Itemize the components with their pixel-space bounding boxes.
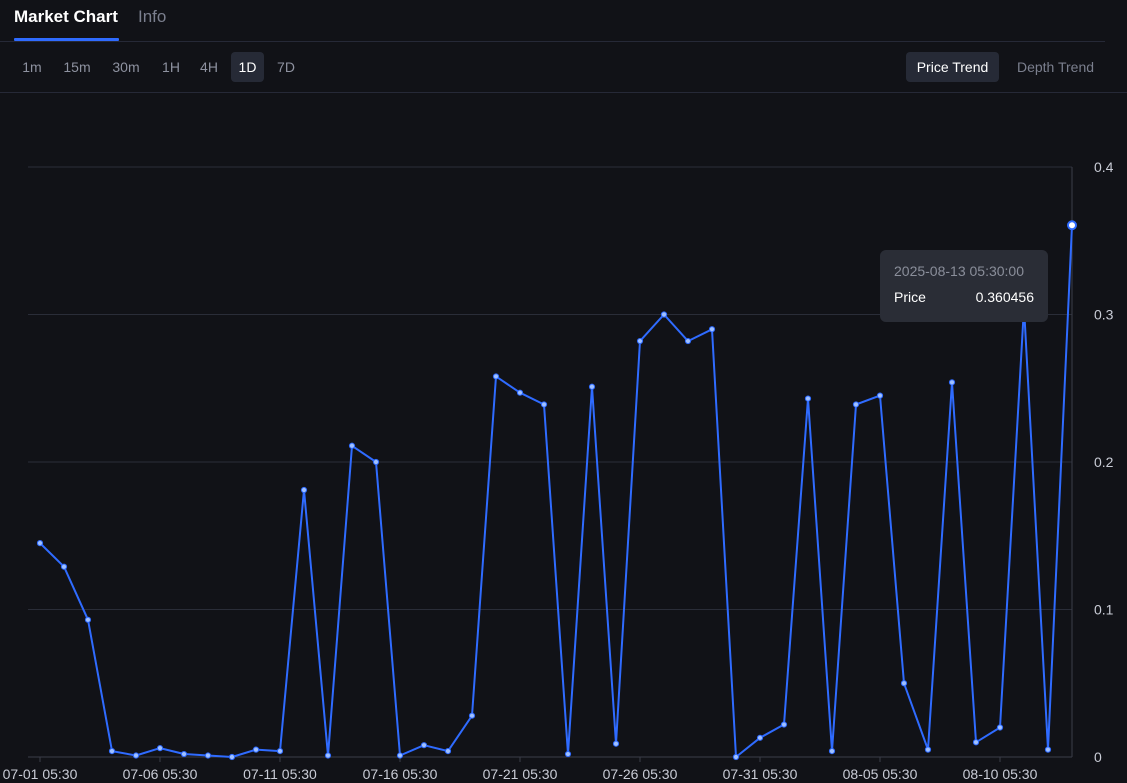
data-point xyxy=(204,752,212,759)
top-tab-bar: Market Chart Info xyxy=(0,0,1105,42)
data-point xyxy=(228,753,236,761)
data-point xyxy=(876,392,884,399)
data-point xyxy=(684,337,692,345)
x-tick-label: 07-06 05:30 xyxy=(123,766,198,782)
data-point xyxy=(900,680,908,687)
data-point xyxy=(180,750,188,758)
x-tick-label: 08-05 05:30 xyxy=(843,766,918,782)
price-trend-button[interactable]: Price Trend xyxy=(906,52,999,82)
interval-15m-button[interactable]: 15m xyxy=(56,52,98,82)
data-point xyxy=(396,752,404,759)
data-point xyxy=(588,383,596,390)
tooltip-price-value: 0.360456 xyxy=(975,289,1034,305)
tooltip-price-label: Price xyxy=(894,289,926,305)
data-point xyxy=(1044,746,1052,753)
data-point xyxy=(348,442,356,449)
data-point xyxy=(324,752,332,759)
data-point xyxy=(804,395,812,402)
interval-1h-button[interactable]: 1H xyxy=(154,52,188,82)
data-point xyxy=(924,746,932,753)
interval-7d-button[interactable]: 7D xyxy=(268,52,304,82)
data-point xyxy=(300,486,308,494)
x-tick-label: 07-26 05:30 xyxy=(603,766,678,782)
data-point xyxy=(252,746,260,753)
data-point xyxy=(612,740,620,747)
data-point xyxy=(492,373,500,380)
y-tick-label: 0.2 xyxy=(1094,454,1114,470)
data-point xyxy=(156,745,164,752)
data-point xyxy=(852,401,860,408)
x-tick-label: 07-11 05:30 xyxy=(243,766,317,782)
data-point xyxy=(84,616,92,623)
x-tick-label: 07-31 05:30 xyxy=(723,766,798,782)
data-point xyxy=(780,721,788,728)
active-tab-indicator xyxy=(14,38,119,41)
data-point xyxy=(132,752,140,759)
x-tick-label: 07-01 05:30 xyxy=(3,766,78,782)
data-point xyxy=(948,379,956,386)
price-tooltip: 2025-08-13 05:30:00 Price 0.360456 xyxy=(880,250,1048,322)
interval-1m-button[interactable]: 1m xyxy=(14,52,50,82)
interval-30m-button[interactable]: 30m xyxy=(104,52,148,82)
data-point xyxy=(756,734,764,741)
data-point xyxy=(972,739,980,746)
data-point xyxy=(36,540,44,547)
interval-4h-button[interactable]: 4H xyxy=(192,52,226,82)
x-tick-label: 08-10 05:30 xyxy=(963,766,1038,782)
data-point xyxy=(516,389,524,396)
y-tick-label: 0.4 xyxy=(1094,159,1114,175)
data-point xyxy=(540,401,548,408)
tab-info[interactable]: Info xyxy=(138,7,166,27)
data-point xyxy=(708,326,716,333)
data-point xyxy=(732,753,740,761)
y-tick-label: 0 xyxy=(1094,749,1102,765)
tooltip-date: 2025-08-13 05:30:00 xyxy=(894,263,1024,279)
chart-toolbar: 1m 15m 30m 1H 4H 1D 7D Price Trend Depth… xyxy=(0,42,1127,93)
depth-trend-button[interactable]: Depth Trend xyxy=(1006,52,1105,82)
tab-market-chart[interactable]: Market Chart xyxy=(14,7,118,27)
data-point xyxy=(276,748,284,755)
data-point xyxy=(636,337,644,345)
data-point xyxy=(468,712,476,719)
data-point xyxy=(444,748,452,755)
data-point xyxy=(372,458,380,466)
data-point xyxy=(420,742,428,749)
data-point xyxy=(60,563,68,570)
data-point xyxy=(660,311,668,318)
data-point xyxy=(828,748,836,755)
data-point xyxy=(564,750,572,758)
data-point xyxy=(108,748,116,755)
data-point xyxy=(996,724,1004,731)
y-tick-label: 0.3 xyxy=(1094,307,1114,323)
x-tick-label: 07-21 05:30 xyxy=(483,766,558,782)
price-line-chart[interactable]: 0 0.1 0.2 0.3 0.4 07-01 05:30 07-06 05:30 07-11… xyxy=(0,93,1127,783)
x-tick-label: 07-16 05:30 xyxy=(363,766,438,782)
interval-1d-button[interactable]: 1D xyxy=(231,52,264,82)
highlighted-data-point xyxy=(1067,220,1077,231)
y-tick-label: 0.1 xyxy=(1094,602,1114,618)
